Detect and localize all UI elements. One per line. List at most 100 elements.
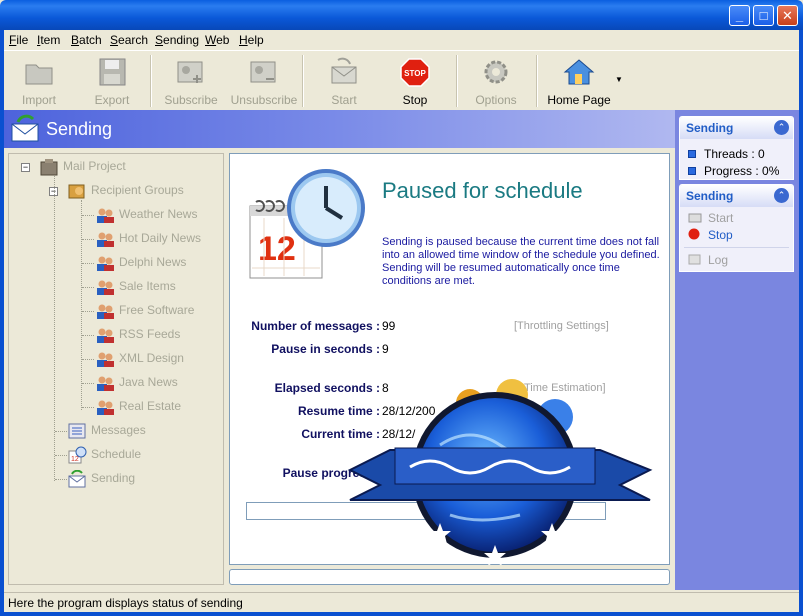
users-group-icon — [95, 254, 115, 272]
import-label: Import — [21, 93, 56, 107]
sending-actions-box: Sending ⌃ Start Stop Log — [679, 184, 794, 272]
tree-connector — [82, 383, 94, 384]
tree-node-mail-project[interactable]: Mail Project — [39, 158, 126, 176]
tree-connector — [82, 215, 94, 216]
tree-node-group[interactable]: Java News — [95, 374, 178, 392]
tree-node-group[interactable]: Free Software — [95, 302, 194, 320]
tree-connector — [55, 479, 67, 480]
home-page-label: Home Page — [547, 93, 611, 107]
schedule-calendar-clock-icon: 12 — [244, 168, 369, 288]
toolbar-separator — [456, 55, 458, 107]
tree-connector — [55, 455, 67, 456]
tree-node-messages[interactable]: Messages — [67, 422, 146, 440]
forum-logo-watermark — [340, 375, 660, 566]
status-heading: Paused for schedule — [382, 178, 583, 203]
tree-connector — [55, 431, 67, 432]
users-group-icon — [95, 230, 115, 248]
bullet-icon — [688, 150, 696, 158]
house-icon — [563, 57, 595, 87]
stop-label: Stop — [402, 93, 428, 107]
throttling-settings-link[interactable]: [Throttling Settings] — [514, 320, 609, 332]
tree-connector — [82, 239, 94, 240]
messages-list-icon — [67, 422, 87, 440]
collapse-chevron-icon[interactable]: ⌃ — [774, 120, 789, 135]
tree-connector — [54, 176, 55, 481]
menu-help[interactable]: Help — [239, 33, 264, 47]
collapse-chevron-icon[interactable]: ⌃ — [774, 188, 789, 203]
task-pane: Sending ⌃ Threads : 0 Progress : 0% Send… — [675, 110, 799, 590]
tree-node-group[interactable]: RSS Feeds — [95, 326, 180, 344]
project-box-icon — [39, 158, 59, 176]
tree-node-group[interactable]: Weather News — [95, 206, 197, 224]
menu-batch[interactable]: Batch — [71, 33, 102, 47]
export-button[interactable]: Export — [77, 55, 147, 107]
actions-divider — [684, 247, 789, 248]
home-page-button[interactable]: Home Page — [541, 55, 617, 107]
tree-node-schedule[interactable]: 12 Schedule — [67, 446, 141, 464]
stop-sign-icon: STOP — [399, 57, 431, 87]
title-bar: _ □ ✕ — [0, 0, 803, 30]
sending-envelope-icon — [10, 114, 40, 144]
calendar-clock-icon: 12 — [67, 446, 87, 464]
tree-node-sending[interactable]: Sending — [67, 469, 135, 488]
toolbar-separator — [536, 55, 538, 107]
maximize-button[interactable]: □ — [753, 5, 774, 26]
overall-progress-bar — [229, 569, 670, 585]
tree-node-group[interactable]: XML Design — [95, 350, 184, 368]
users-group-icon — [95, 350, 115, 368]
tree-connector — [82, 407, 94, 408]
export-label: Export — [94, 93, 130, 107]
num-messages-value: 99 — [382, 319, 396, 333]
menu-item[interactable]: Item — [37, 33, 60, 47]
sending-status-header[interactable]: Sending ⌃ — [680, 117, 793, 139]
tree-node-group[interactable]: Delphi News — [95, 254, 186, 272]
svg-text:STOP: STOP — [404, 69, 426, 78]
minimize-button[interactable]: _ — [729, 5, 750, 26]
section-title: Sending — [46, 119, 113, 139]
tree-connector — [82, 335, 94, 336]
home-page-dropdown-icon[interactable]: ▼ — [615, 75, 623, 84]
start-label: Start — [331, 93, 357, 107]
sending-status-box: Sending ⌃ Threads : 0 Progress : 0% — [679, 116, 794, 180]
tree-connector — [82, 311, 94, 312]
menu-file[interactable]: File — [9, 33, 28, 47]
tree-node-group[interactable]: Sale Items — [95, 278, 176, 296]
tree-collapse-toggle[interactable]: − — [21, 163, 30, 172]
menu-web[interactable]: Web — [205, 33, 229, 47]
toolbar-separator — [302, 55, 304, 107]
unsubscribe-card-icon — [248, 57, 280, 87]
tree-node-group[interactable]: Real Estate — [95, 398, 181, 416]
address-book-icon — [67, 182, 87, 200]
tree-connector — [82, 359, 94, 360]
status-bar-text: Here the program displays status of send… — [8, 596, 243, 610]
sending-actions-title: Sending — [686, 189, 734, 203]
menu-sending[interactable]: Sending — [155, 33, 199, 47]
users-group-icon — [95, 398, 115, 416]
gear-icon — [480, 57, 512, 87]
threads-row: Threads : 0 — [688, 147, 765, 161]
menu-search[interactable]: Search — [110, 33, 148, 47]
options-button[interactable]: Options — [461, 55, 531, 107]
section-header: Sending — [4, 110, 675, 148]
floppy-disk-icon — [96, 57, 128, 87]
start-button[interactable]: Start — [309, 55, 379, 107]
tree-node-recipient-groups[interactable]: Recipient Groups — [67, 182, 184, 200]
import-button[interactable]: Import — [4, 55, 74, 107]
close-button[interactable]: ✕ — [777, 5, 798, 26]
stop-button[interactable]: STOP Stop — [380, 55, 450, 107]
subscribe-button[interactable]: Subscribe — [156, 55, 226, 107]
action-stop[interactable]: Stop — [688, 228, 733, 242]
sending-actions-header[interactable]: Sending ⌃ — [680, 185, 793, 207]
tree-connector — [81, 200, 82, 410]
users-group-icon — [95, 206, 115, 224]
action-log[interactable]: Log — [688, 253, 728, 267]
stop-sign-icon — [688, 228, 702, 240]
sending-status-title: Sending — [686, 121, 734, 135]
action-start[interactable]: Start — [688, 211, 733, 225]
tree-node-group[interactable]: Hot Daily News — [95, 230, 201, 248]
tree-connector — [82, 287, 94, 288]
unsubscribe-button[interactable]: Unsubscribe — [229, 55, 299, 107]
log-pen-icon — [688, 253, 702, 265]
pause-seconds-value: 9 — [382, 342, 389, 356]
pause-seconds-label: Pause in seconds : — [271, 342, 380, 356]
